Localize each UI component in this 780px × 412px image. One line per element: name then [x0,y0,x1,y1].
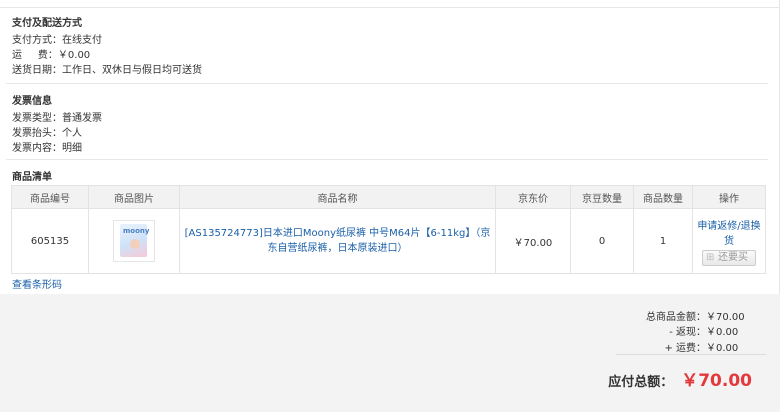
order-detail-panel: 支付及配送方式 支付方式：在线支付 运 费：￥0.00 送货日期：工作日、双休日… [0,0,780,294]
payable-total-row: 应付总额： ￥70.00 [608,366,752,391]
payment-method-value: 在线支付 [62,35,102,46]
summary-freight-line: + 运费：￥0.00 [596,339,746,354]
col-header-name: 商品名称 [179,185,496,209]
product-name-link[interactable]: [AS135724773]日本进口Moony纸尿裤 中号M64片【6-11kg】… [184,226,491,256]
payment-method-label: 支付方式： [12,35,62,46]
col-header-image: 商品图片 [88,185,180,209]
table-row: 605135 moony [AS135724773]日本进口Moony纸尿裤 中… [11,208,766,274]
cart-icon: ⊞ [706,251,715,263]
invoice-content-value: 明细 [62,143,82,154]
invoice-content-line: 发票内容：明细 [12,141,767,156]
product-beans: 0 [570,208,634,274]
delivery-date-line: 送货日期：工作日、双休日与假日均可送货 [12,63,767,78]
product-id: 605135 [11,208,89,274]
summary-freight-value: ￥0.00 [706,343,739,354]
summary-rebate-line: - 返现：￥0.00 [596,323,746,338]
summary-divider [616,354,766,355]
freight-label: 运 费： [12,50,58,61]
invoice-section: 发票信息 发票类型：普通发票 发票抬头：个人 发票内容：明细 [12,92,767,156]
product-image-cell: moony [88,208,180,274]
product-quantity: 1 [633,208,693,274]
col-header-id: 商品编号 [11,185,89,209]
goods-table-header: 商品编号 商品图片 商品名称 京东价 京豆数量 商品数量 操作 [11,185,766,209]
invoice-content-label: 发票内容： [12,143,62,154]
col-header-quantity: 商品数量 [633,185,693,209]
payment-method-line: 支付方式：在线支付 [12,33,767,48]
product-image-logo: moony [123,227,150,235]
baby-graphic [130,239,140,249]
view-barcode-link[interactable]: 查看条形码 [12,276,62,291]
invoice-type-line: 发票类型：普通发票 [12,111,767,126]
payment-title: 支付及配送方式 [12,18,82,29]
col-header-price: 京东价 [495,185,571,209]
buy-again-button[interactable]: ⊞ 还要买 [702,249,756,266]
goods-title: 商品清单 [12,172,52,183]
freight-value: ￥0.00 [57,50,91,61]
freight-line: 运 费：￥0.00 [12,48,767,63]
summary-total-value: ￥70.00 [706,312,745,323]
payable-value: ￥70.00 [681,371,752,391]
payable-label: 应付总额： [608,375,674,390]
product-image[interactable]: moony [113,220,155,262]
invoice-type-label: 发票类型： [12,113,62,124]
buy-again-label: 还要买 [718,251,748,263]
section-divider [6,159,768,160]
delivery-date-value: 工作日、双休日与假日均可送货 [62,65,202,76]
col-header-beans: 京豆数量 [570,185,634,209]
order-summary: 总商品金额：￥70.00 - 返现：￥0.00 + 运费：￥0.00 应付总额：… [0,294,780,412]
summary-total-line: 总商品金额：￥70.00 [596,308,746,323]
col-header-operation: 操作 [692,185,766,209]
summary-rebate-value: ￥0.00 [706,327,739,338]
goods-table: 商品编号 商品图片 商品名称 京东价 京豆数量 商品数量 操作 605135 m… [11,185,766,274]
summary-rebate-label: - 返现： [669,327,706,338]
delivery-date-label: 送货日期： [12,65,62,76]
payment-section: 支付及配送方式 支付方式：在线支付 运 费：￥0.00 送货日期：工作日、双休日… [12,14,767,78]
invoice-type-value: 普通发票 [62,113,102,124]
operation-cell: 申请返修/退换货 ⊞ 还要买 [692,208,766,274]
section-divider [6,83,768,84]
product-price: ￥70.00 [495,208,571,274]
invoice-title: 发票信息 [12,96,52,107]
product-name-cell: [AS135724773]日本进口Moony纸尿裤 中号M64片【6-11kg】… [179,208,496,274]
invoice-header-line: 发票抬头：个人 [12,126,767,141]
summary-total-label: 总商品金额： [646,312,706,323]
invoice-header-value: 个人 [62,128,82,139]
invoice-header-label: 发票抬头： [12,128,62,139]
summary-freight-label: + 运费： [664,343,706,354]
top-divider [0,7,780,8]
apply-return-link[interactable]: 申请返修/退换货 [694,217,764,247]
